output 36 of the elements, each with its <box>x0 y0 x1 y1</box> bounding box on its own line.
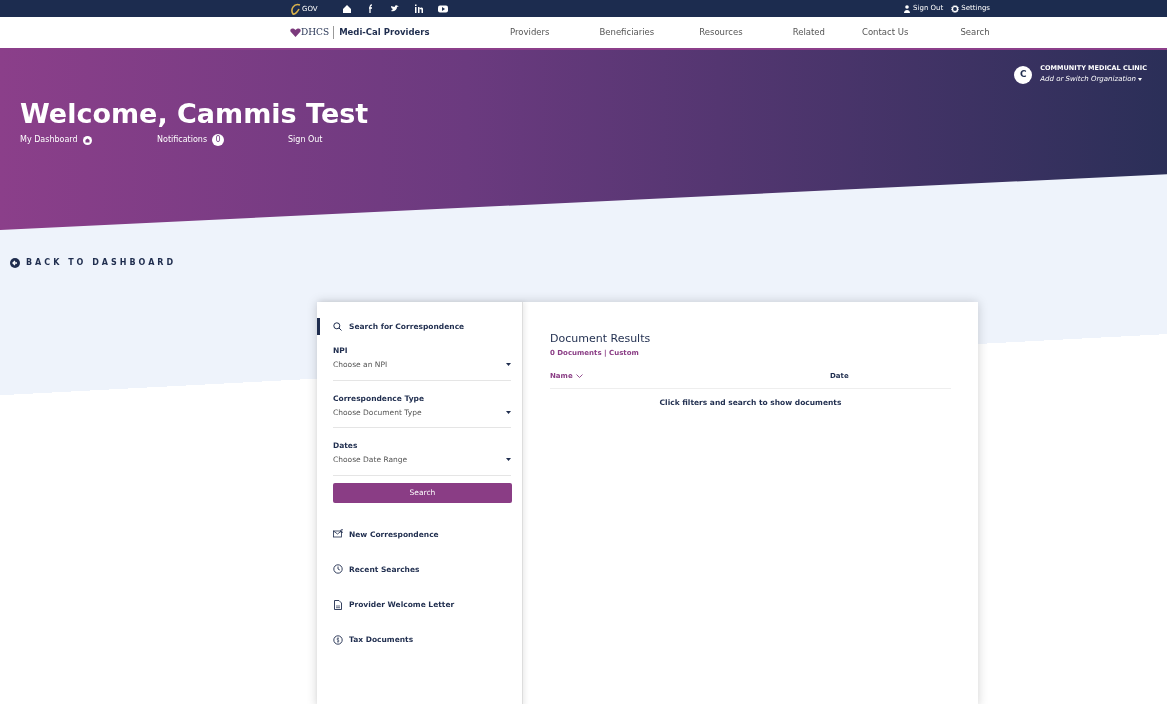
heart-icon <box>290 28 301 37</box>
twitter-icon[interactable] <box>389 3 400 14</box>
caret-icon <box>1137 77 1142 81</box>
settings-icon <box>951 4 960 13</box>
avatar-initial: C <box>1014 66 1033 84</box>
caret-icon <box>506 458 511 462</box>
nav-link-item[interactable]: Contact Us <box>861 26 909 39</box>
clock-icon <box>333 564 343 575</box>
video-icon[interactable] <box>437 3 448 14</box>
nav-link-item[interactable]: Beneficiaries <box>599 26 655 39</box>
nav-link-item[interactable]: Providers <box>510 26 550 39</box>
welcome-heading: Welcome, Cammis Test <box>20 98 369 131</box>
linkedin-icon[interactable] <box>413 3 424 14</box>
chevron-down-icon <box>575 374 583 379</box>
back-arrow-icon <box>10 258 20 268</box>
nav-link-item[interactable]: Resources <box>699 26 743 39</box>
hero-link[interactable]: Notifications 0 <box>157 134 288 147</box>
caret-icon <box>506 410 511 414</box>
document-icon <box>333 599 343 610</box>
person-icon <box>903 4 912 13</box>
notification-badge: 0 <box>212 134 225 147</box>
swoosh-icon <box>290 2 302 15</box>
hero-link[interactable]: Sign Out <box>288 134 323 147</box>
hero-link[interactable]: My Dashboard <box>20 134 157 147</box>
brand-logo: DHCS <box>301 25 330 39</box>
back-link[interactable]: BACK TO DASHBOARD <box>10 257 177 269</box>
results-title: Document Results <box>550 331 652 347</box>
caret-icon <box>506 363 511 367</box>
dollar-icon <box>333 634 343 645</box>
nav-link-item[interactable]: Related <box>792 26 825 39</box>
brand-title[interactable]: Medi-Cal Providers <box>333 26 430 39</box>
search-icon <box>333 322 342 331</box>
dashboard-icon <box>82 135 92 145</box>
home-icon[interactable] <box>341 3 352 14</box>
nav-link-item[interactable]: Search <box>960 26 990 39</box>
envelope-icon <box>333 529 343 540</box>
